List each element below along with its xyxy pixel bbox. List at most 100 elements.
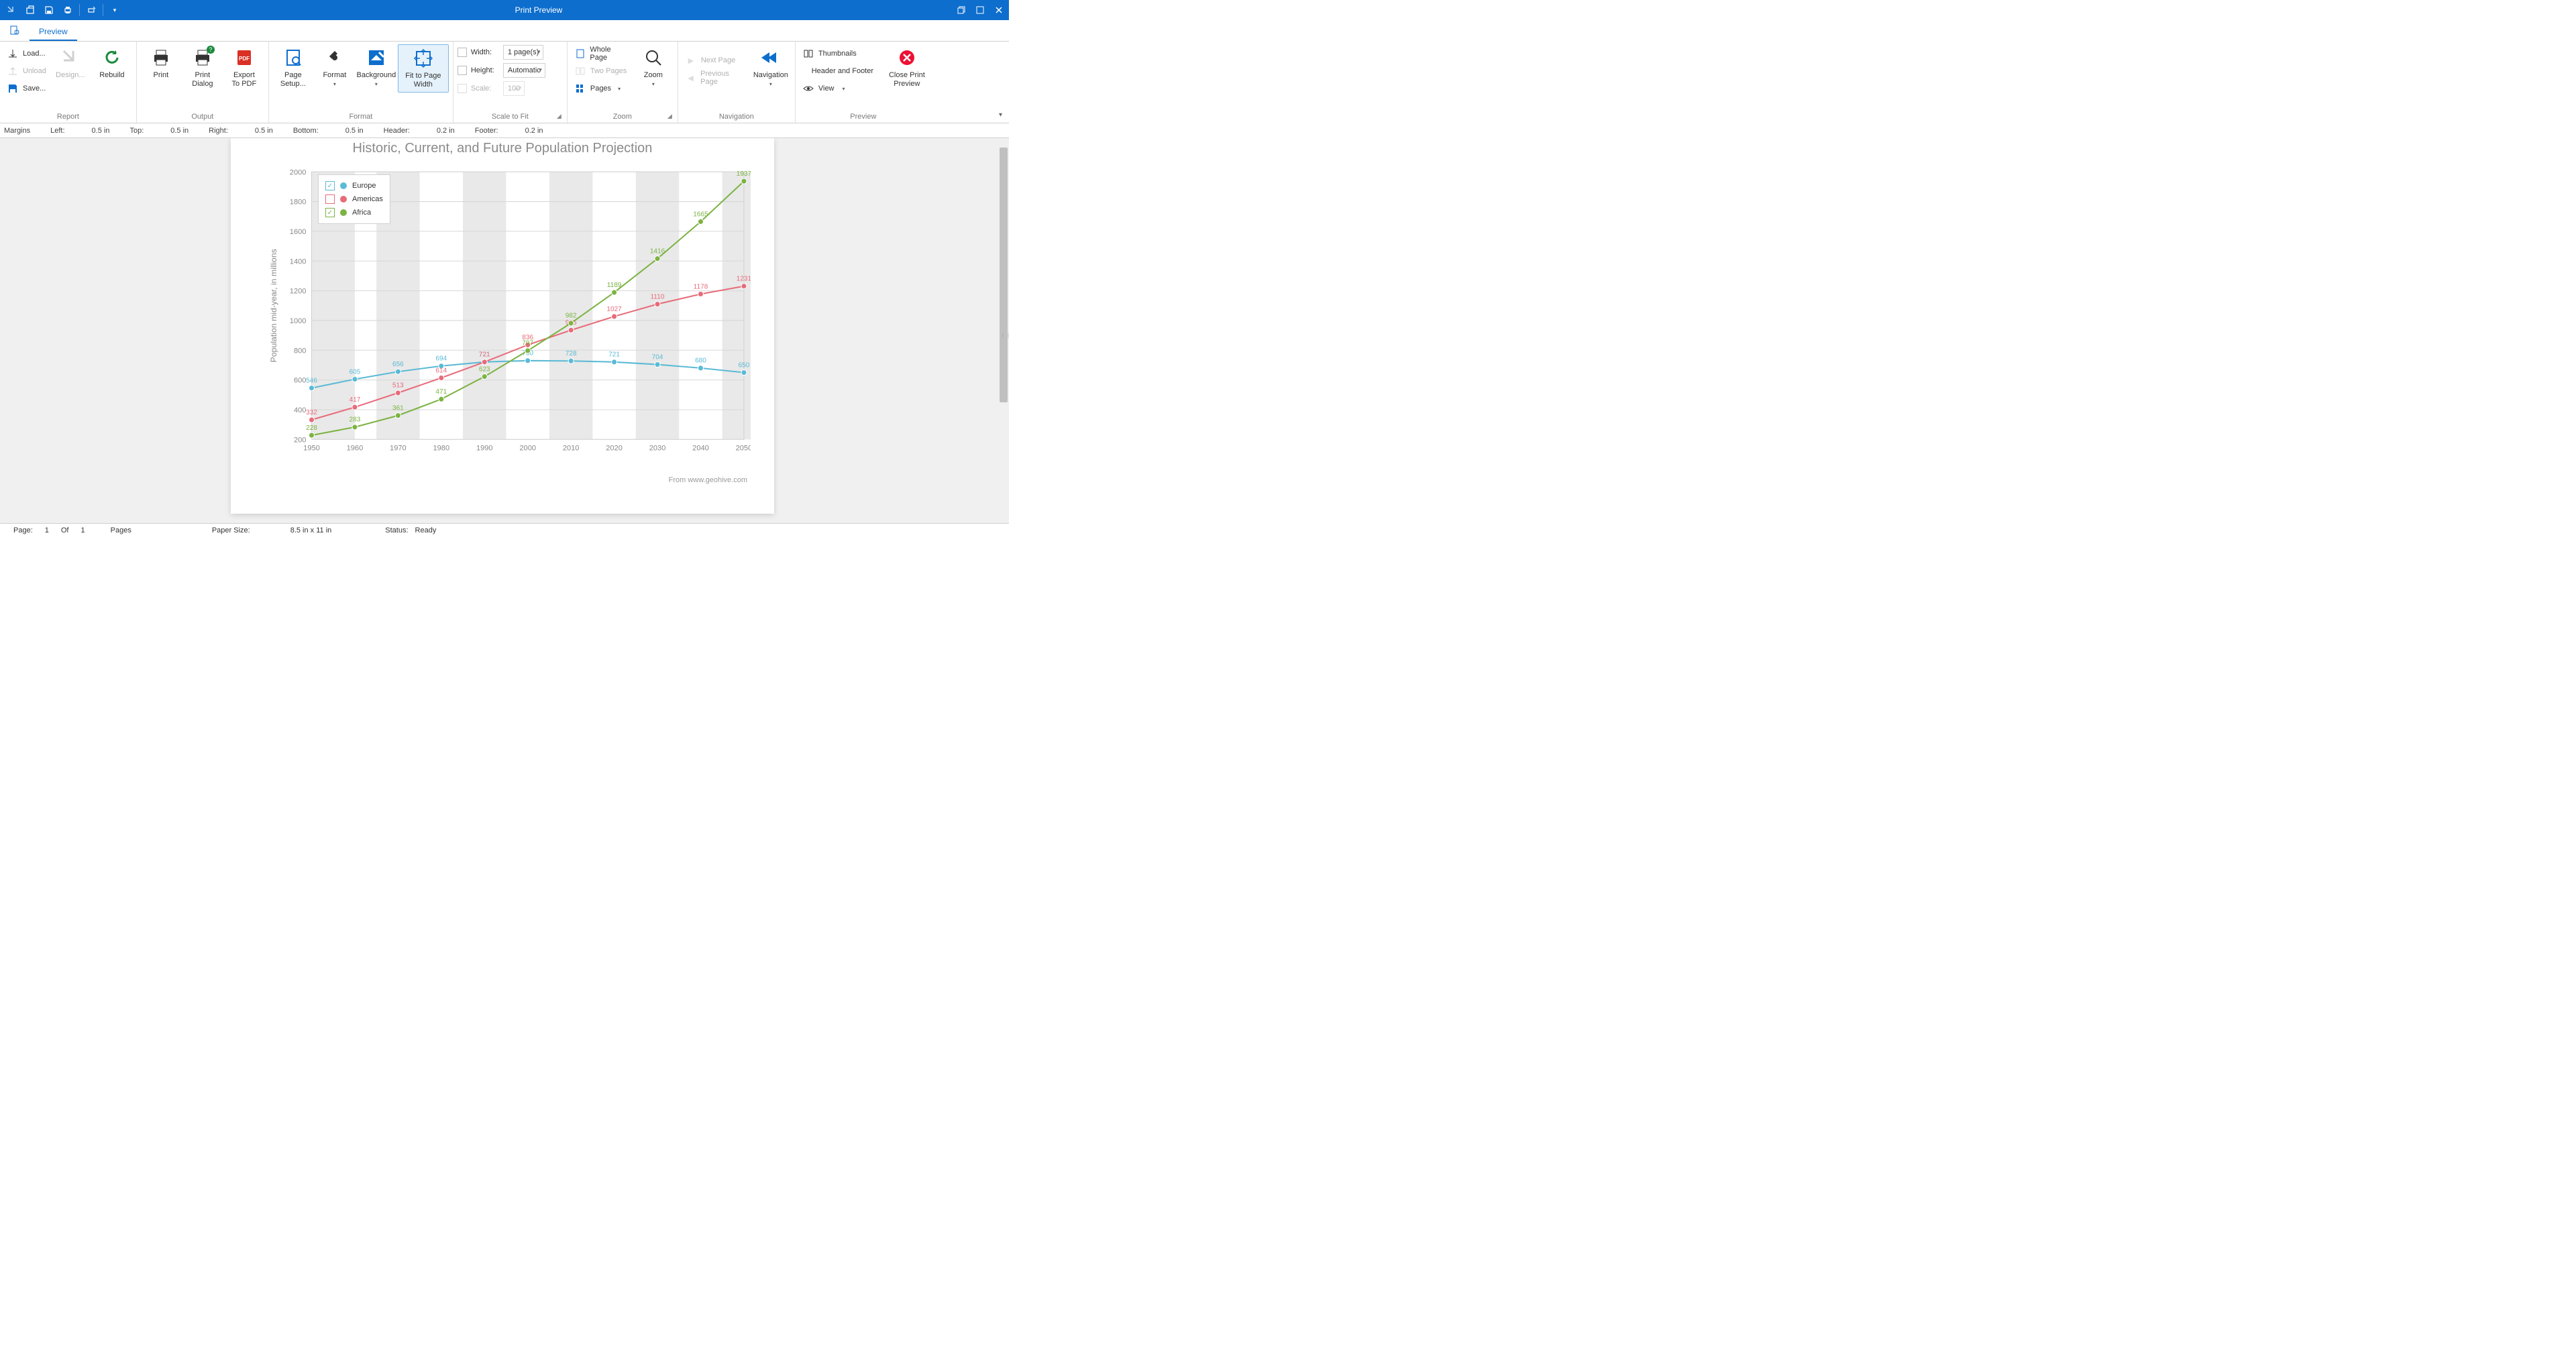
save-button[interactable]: Save...	[4, 80, 49, 97]
chart-title: Historic, Current, and Future Population…	[231, 138, 774, 156]
group-label-navigation: Navigation	[682, 111, 791, 123]
svg-text:982: 982	[566, 312, 577, 320]
tab-preview[interactable]: Preview	[30, 23, 77, 41]
qat-quickprint-icon[interactable]	[84, 3, 99, 17]
svg-text:PDF: PDF	[239, 56, 250, 62]
pages-button[interactable]: Pages ▾	[572, 80, 632, 97]
ribbon-group-navigation: ▶Next Page ◀Previous Page Navigation▾ Na…	[678, 42, 796, 123]
chart-legend: ✓EuropeAmericas✓Africa	[318, 174, 390, 224]
svg-text:1600: 1600	[290, 228, 307, 236]
page-setup-button[interactable]: PageSetup...	[273, 44, 313, 91]
ribbon: Load... Unload Save... Design... Rebuild…	[0, 42, 1009, 123]
svg-text:694: 694	[435, 355, 447, 363]
svg-text:228: 228	[306, 424, 317, 432]
print-preview-tab-icon[interactable]	[7, 22, 23, 38]
height-checkbox-icon[interactable]	[458, 66, 467, 75]
svg-text:361: 361	[392, 404, 404, 412]
svg-text:2000: 2000	[519, 445, 536, 453]
collapse-ribbon-icon[interactable]: ▾	[999, 111, 1002, 119]
zoom-dialog-launcher-icon[interactable]: ◢	[667, 113, 676, 121]
qat-print-icon[interactable]	[60, 3, 75, 17]
ribbon-group-zoom: Whole Page Two Pages Pages ▾ Zoom▾ Zoom …	[568, 42, 678, 123]
design-button: Design...	[50, 44, 91, 82]
view-button[interactable]: View ▾	[800, 80, 885, 97]
legend-item-europe[interactable]: ✓Europe	[325, 179, 383, 192]
width-checkbox-icon[interactable]	[458, 48, 467, 57]
preview-canvas[interactable]: Historic, Current, and Future Population…	[0, 138, 1009, 523]
format-button[interactable]: Format▾	[315, 44, 355, 91]
scale-height-row[interactable]: Height: Automatic▾	[458, 62, 545, 78]
legend-item-africa[interactable]: ✓Africa	[325, 206, 383, 219]
svg-text:332: 332	[306, 409, 317, 416]
svg-text:1027: 1027	[606, 306, 622, 313]
export-pdf-button[interactable]: PDF ExportTo PDF	[224, 44, 264, 91]
thumbnails-button[interactable]: Thumbnails	[800, 46, 885, 62]
ribbon-group-format: PageSetup... Format▾ Background▾ Fit to …	[269, 42, 453, 123]
preview-page: Historic, Current, and Future Population…	[231, 138, 774, 514]
svg-text:1980: 1980	[433, 445, 450, 453]
chart-source: From www.geohive.com	[669, 476, 747, 484]
qat-pin-icon[interactable]	[4, 3, 19, 17]
two-pages-button: Two Pages	[572, 63, 632, 79]
svg-text:2050: 2050	[736, 445, 751, 453]
svg-text:656: 656	[392, 361, 404, 368]
background-button[interactable]: Background▾	[356, 44, 396, 91]
svg-text:614: 614	[435, 367, 447, 374]
svg-text:1231: 1231	[737, 275, 751, 282]
svg-text:2010: 2010	[563, 445, 580, 453]
svg-text:1960: 1960	[347, 445, 364, 453]
load-button[interactable]: Load...	[4, 46, 49, 62]
zoom-button[interactable]: Zoom▾	[633, 44, 674, 91]
svg-text:1950: 1950	[303, 445, 320, 453]
svg-text:605: 605	[350, 368, 361, 376]
qat-open-icon[interactable]	[23, 3, 38, 17]
group-label-scale: Scale to Fit	[458, 111, 563, 123]
restore-down-icon[interactable]	[955, 4, 967, 16]
svg-text:1200: 1200	[290, 288, 307, 296]
svg-text:1970: 1970	[390, 445, 407, 453]
svg-text:1189: 1189	[607, 282, 622, 289]
svg-text:400: 400	[294, 406, 306, 414]
svg-text:704: 704	[652, 353, 663, 361]
height-field[interactable]: Automatic▾	[503, 63, 545, 78]
scale-width-row[interactable]: Width: 1 page(s)▾	[458, 44, 543, 60]
group-label-format: Format	[273, 111, 449, 123]
group-label-output: Output	[141, 111, 264, 123]
svg-text:417: 417	[350, 396, 361, 404]
vertical-scrollbar[interactable]: ⋮⋮	[998, 138, 1009, 523]
close-print-preview-button[interactable]: Close PrintPreview	[887, 44, 927, 91]
margins-title: Margins	[4, 127, 30, 135]
navigation-button[interactable]: Navigation▾	[751, 44, 791, 91]
svg-text:2000: 2000	[290, 168, 307, 176]
scrollbar-thumb[interactable]	[1000, 148, 1008, 402]
whole-page-button[interactable]: Whole Page	[572, 46, 632, 62]
svg-text:2020: 2020	[606, 445, 623, 453]
svg-text:728: 728	[566, 350, 577, 357]
print-dialog-button[interactable]: ? Print Dialog	[182, 44, 223, 91]
ribbon-group-output: Print ? Print Dialog PDF ExportTo PDF Ou…	[137, 42, 269, 123]
close-icon[interactable]	[993, 4, 1005, 16]
svg-text:1665: 1665	[693, 211, 708, 218]
qat-save-icon[interactable]	[42, 3, 56, 17]
svg-text:721: 721	[479, 351, 490, 359]
svg-text:546: 546	[306, 377, 317, 384]
header-footer-button[interactable]: Header and Footer	[800, 63, 885, 79]
rebuild-button[interactable]: Rebuild	[92, 44, 132, 82]
quick-access-toolbar: ▾	[4, 3, 122, 17]
maximize-icon[interactable]	[974, 4, 986, 16]
svg-text:2040: 2040	[692, 445, 709, 453]
ribbon-group-preview: Thumbnails Header and Footer View ▾ Clos…	[796, 42, 931, 123]
qat-customize-icon[interactable]: ▾	[107, 3, 122, 17]
legend-item-americas[interactable]: Americas	[325, 192, 383, 206]
print-button[interactable]: Print	[141, 44, 181, 82]
svg-text:1178: 1178	[694, 283, 708, 290]
scale-dialog-launcher-icon[interactable]: ◢	[557, 113, 565, 121]
next-page-button: ▶Next Page	[682, 52, 749, 68]
scale-scale-row: Scale: 100▴▾	[458, 80, 525, 97]
width-field[interactable]: 1 page(s)▾	[503, 45, 543, 60]
fit-to-page-width-button[interactable]: Fit to PageWidth	[398, 44, 449, 93]
window-title: Print Preview	[122, 5, 955, 15]
scale-checkbox-icon	[458, 84, 467, 93]
statusbar: Page:1 Of1 Pages Paper Size:8.5 in x 11 …	[0, 523, 1009, 536]
svg-text:283: 283	[350, 416, 361, 424]
